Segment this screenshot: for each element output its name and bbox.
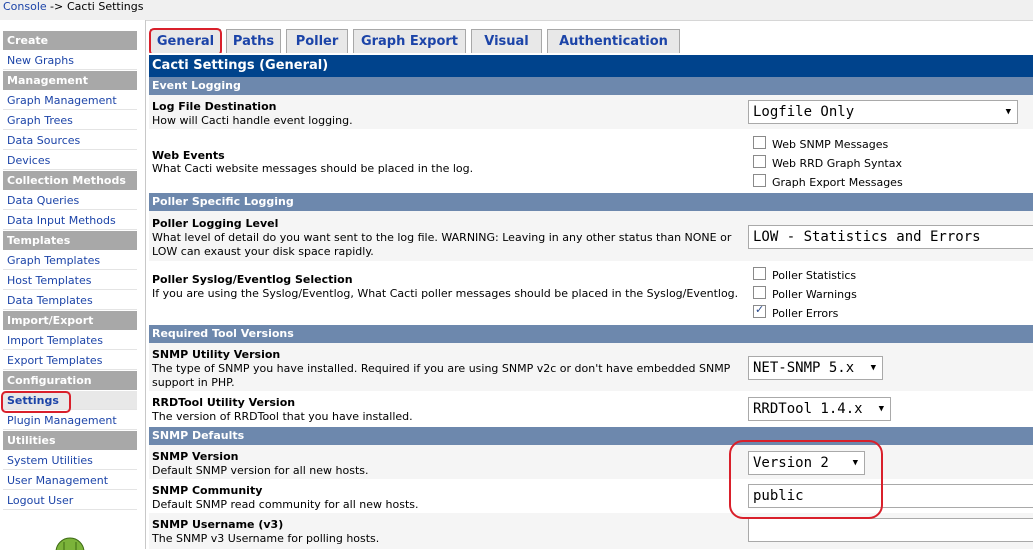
- tab-paths[interactable]: Paths: [226, 29, 281, 55]
- menu-header-create: Create: [3, 31, 137, 50]
- breadcrumb-console-link[interactable]: Console: [3, 0, 47, 13]
- setting-desc: How will Cacti handle event logging.: [152, 114, 353, 127]
- setting-desc: The type of SNMP you have installed. Req…: [152, 362, 731, 389]
- chevron-down-icon: ▼: [1005, 107, 1011, 117]
- setting-name: SNMP Version: [152, 450, 239, 463]
- menu-header-collection-methods: Collection Methods: [3, 171, 137, 190]
- checkbox-label: Web SNMP Messages: [772, 138, 889, 151]
- checkbox-web-snmp[interactable]: [753, 136, 766, 149]
- checkbox-label: Poller Errors: [772, 307, 839, 320]
- breadcrumb-current: Cacti Settings: [67, 0, 144, 13]
- setting-row-poller-level: Poller Logging Level What level of detai…: [149, 211, 1033, 261]
- menu-item-user-management[interactable]: User Management: [3, 471, 137, 490]
- section-event-logging: Event Logging: [149, 77, 1033, 95]
- checkbox-label: Web RRD Graph Syntax: [772, 157, 902, 170]
- rrdtool-select[interactable]: RRDTool 1.4.x ▼: [748, 397, 891, 421]
- snmp-username-input[interactable]: [748, 518, 1033, 542]
- log-dest-value: Logfile Only: [753, 104, 855, 120]
- menu-item-new-graphs[interactable]: New Graphs: [3, 51, 137, 70]
- menu-header-configuration: Configuration: [3, 371, 137, 390]
- snmp-util-value: NET-SNMP 5.x: [753, 360, 855, 376]
- menu-header-management: Management: [3, 71, 137, 90]
- setting-row-log-dest: Log File Destination How will Cacti hand…: [149, 95, 1033, 129]
- menu-item-devices[interactable]: Devices: [3, 151, 137, 170]
- setting-name: Log File Destination: [152, 100, 277, 113]
- highlight-settings-menu: [1, 391, 71, 413]
- log-dest-select[interactable]: Logfile Only ▼: [748, 100, 1018, 124]
- setting-name: SNMP Utility Version: [152, 348, 281, 361]
- menu-item-host-templates[interactable]: Host Templates: [3, 271, 137, 290]
- tab-poller[interactable]: Poller: [286, 29, 348, 55]
- menu-item-plugin-management[interactable]: Plugin Management: [3, 411, 137, 430]
- section-poller-logging: Poller Specific Logging: [149, 193, 1033, 211]
- setting-row-snmp-username: SNMP Username (v3) The SNMP v3 Username …: [149, 513, 1033, 549]
- tab-visual[interactable]: Visual: [471, 29, 542, 55]
- poller-level-select[interactable]: LOW - Statistics and Errors: [748, 225, 1033, 249]
- setting-name: Poller Syslog/Eventlog Selection: [152, 273, 353, 286]
- highlight-snmp-defaults: [729, 440, 883, 519]
- setting-desc: If you are using the Syslog/Eventlog, Wh…: [152, 287, 739, 300]
- menu-item-data-input-methods[interactable]: Data Input Methods: [3, 211, 137, 230]
- snmp-util-select[interactable]: NET-SNMP 5.x ▼: [748, 356, 883, 380]
- setting-name: RRDTool Utility Version: [152, 396, 296, 409]
- menu-item-export-templates[interactable]: Export Templates: [3, 351, 137, 370]
- checkbox-poller-warnings[interactable]: [753, 286, 766, 299]
- menu-item-data-sources[interactable]: Data Sources: [3, 131, 137, 150]
- setting-desc: Default SNMP read community for all new …: [152, 498, 419, 511]
- setting-row-poller-syslog: Poller Syslog/Eventlog Selection If you …: [149, 261, 1033, 323]
- setting-desc: What level of detail do you want sent to…: [152, 231, 732, 258]
- poller-level-value: LOW - Statistics and Errors: [753, 229, 981, 245]
- menu-item-data-templates[interactable]: Data Templates: [3, 291, 137, 310]
- cacti-logo-icon: [55, 537, 85, 550]
- tab-graph-export[interactable]: Graph Export: [353, 29, 466, 55]
- menu-item-logout-user[interactable]: Logout User: [3, 491, 137, 510]
- setting-desc: Default SNMP version for all new hosts.: [152, 464, 369, 477]
- setting-name: Web Events: [152, 149, 225, 162]
- tab-authentication[interactable]: Authentication: [547, 29, 680, 55]
- section-snmp-defaults: SNMP Defaults: [149, 427, 1033, 445]
- setting-row-web-events: Web Events What Cacti website messages s…: [149, 129, 1033, 191]
- setting-desc: The version of RRDTool that you have ins…: [152, 410, 413, 423]
- checkbox-web-rrd[interactable]: [753, 155, 766, 168]
- checkbox-label: Poller Statistics: [772, 269, 857, 282]
- menu-header-templates: Templates: [3, 231, 137, 250]
- chevron-down-icon: ▼: [870, 363, 876, 373]
- setting-desc: The SNMP v3 Username for polling hosts.: [152, 532, 380, 545]
- setting-row-snmp-util: SNMP Utility Version The type of SNMP yo…: [149, 343, 1033, 391]
- setting-desc: What Cacti website messages should be pl…: [152, 162, 474, 175]
- menu-item-system-utilities[interactable]: System Utilities: [3, 451, 137, 470]
- settings-panel: Cacti Settings (General) Event Logging L…: [149, 53, 1033, 549]
- setting-name: SNMP Username (v3): [152, 518, 284, 531]
- checkbox-graph-export[interactable]: [753, 174, 766, 187]
- setting-row-rrdtool: RRDTool Utility Version The version of R…: [149, 391, 1033, 425]
- menu-item-graph-management[interactable]: Graph Management: [3, 91, 137, 110]
- breadcrumb: Console -> Cacti Settings: [0, 0, 1033, 21]
- chevron-down-icon: ▼: [878, 404, 884, 414]
- rrdtool-value: RRDTool 1.4.x: [753, 401, 863, 417]
- checkbox-label: Graph Export Messages: [772, 176, 903, 189]
- checkbox-poller-errors[interactable]: [753, 303, 766, 318]
- sidebar-menu: Create New Graphs Management Graph Manag…: [0, 20, 146, 550]
- menu-header-utilities: Utilities: [3, 431, 137, 450]
- menu-item-import-templates[interactable]: Import Templates: [3, 331, 137, 350]
- breadcrumb-separator: ->: [50, 0, 64, 13]
- setting-row-snmp-community: SNMP Community Default SNMP read communi…: [149, 479, 1033, 513]
- menu-header-import-export: Import/Export: [3, 311, 137, 330]
- setting-row-snmp-version: SNMP Version Default SNMP version for al…: [149, 445, 1033, 479]
- menu-item-graph-templates[interactable]: Graph Templates: [3, 251, 137, 270]
- setting-name: Poller Logging Level: [152, 217, 279, 230]
- highlight-general-tab: [149, 28, 222, 56]
- checkbox-poller-statistics[interactable]: [753, 267, 766, 280]
- menu-item-graph-trees[interactable]: Graph Trees: [3, 111, 137, 130]
- setting-name: SNMP Community: [152, 484, 263, 497]
- section-tool-versions: Required Tool Versions: [149, 325, 1033, 343]
- menu-item-data-queries[interactable]: Data Queries: [3, 191, 137, 210]
- page-title: Cacti Settings (General): [149, 55, 1033, 77]
- checkbox-label: Poller Warnings: [772, 288, 857, 301]
